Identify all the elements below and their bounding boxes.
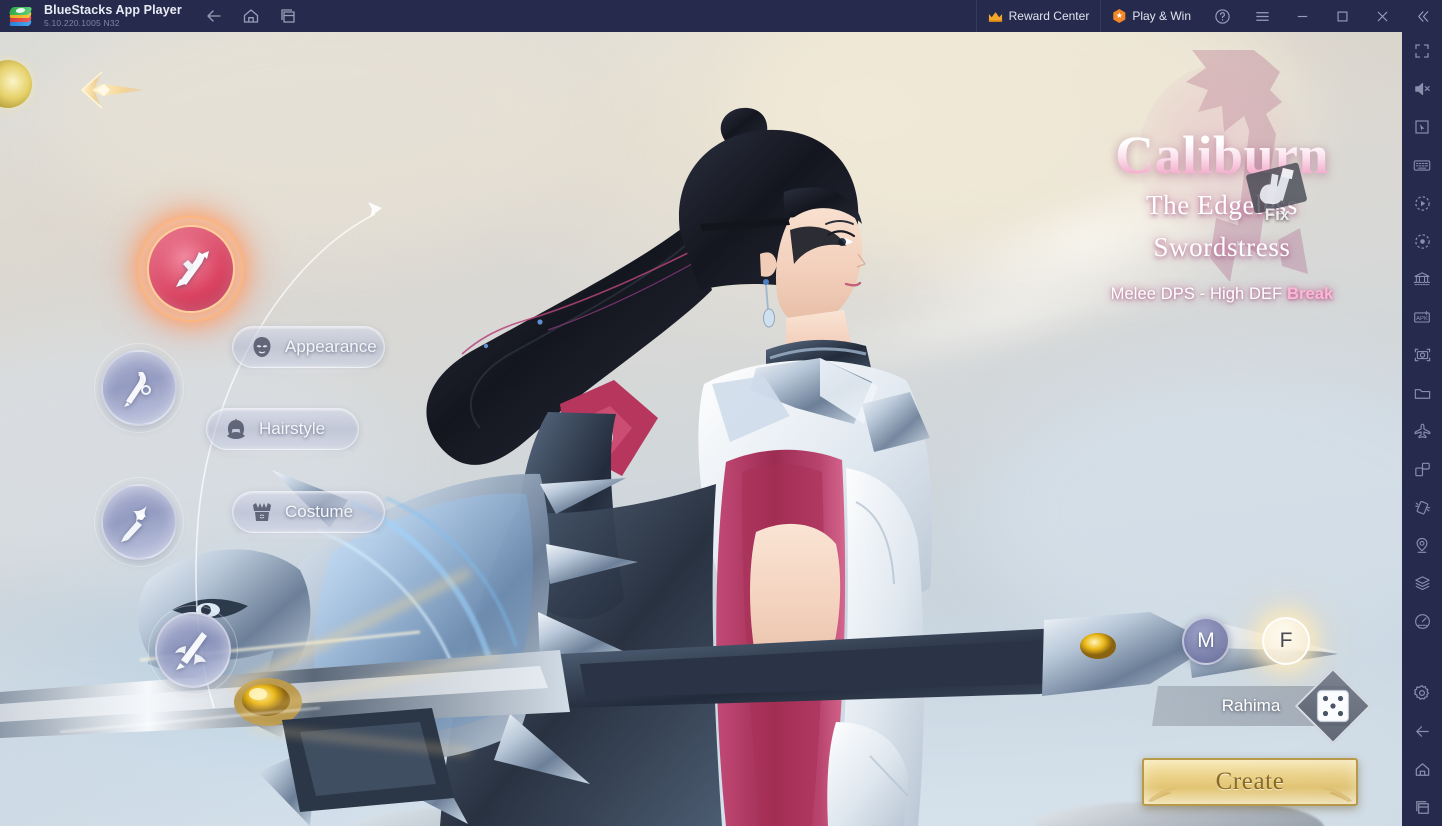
keyboard-icon[interactable] <box>1402 146 1442 184</box>
menu-pill-label: Hairstyle <box>259 419 326 438</box>
fullscreen-icon[interactable] <box>1402 32 1442 70</box>
airplane-icon[interactable] <box>1402 412 1442 450</box>
reward-center-label: Reward Center <box>1008 9 1090 23</box>
maximize-button[interactable] <box>1322 0 1362 32</box>
hair-icon <box>223 417 249 441</box>
speaker-mute-icon[interactable] <box>1402 70 1442 108</box>
collapse-sidebar-button[interactable] <box>1402 0 1442 32</box>
home-icon[interactable] <box>1402 750 1442 788</box>
app-name: BlueStacks App Player <box>44 3 182 18</box>
speedometer-icon[interactable] <box>1402 602 1442 640</box>
bow-icon <box>124 372 151 407</box>
class-orb-staff[interactable] <box>94 477 184 567</box>
greatblade-icon <box>175 632 207 670</box>
star-badge-icon <box>1113 9 1126 23</box>
play-and-win-button[interactable]: Play & Win <box>1100 0 1202 32</box>
class-orb-sword[interactable] <box>138 216 244 322</box>
menu-pill-costume[interactable]: Costume <box>232 491 385 533</box>
home-icon[interactable] <box>241 6 261 26</box>
folder-icon[interactable] <box>1402 374 1442 412</box>
back-arrow-icon[interactable] <box>204 6 224 26</box>
apk-plus-icon[interactable]: APK <box>1402 298 1442 336</box>
svg-text:APK: APK <box>1416 316 1428 322</box>
menu-pill-label: Appearance <box>285 337 377 356</box>
back-chevron[interactable] <box>72 68 150 112</box>
window-titlebar: BlueStacks App Player 5.10.220.1005 N32 … <box>0 0 1442 32</box>
location-pin-icon[interactable] <box>1402 526 1442 564</box>
orb-inner <box>155 612 231 688</box>
staff-icon <box>121 506 147 542</box>
multi-instance-icon[interactable] <box>278 6 298 26</box>
orb-inner <box>147 225 235 313</box>
menu-pill-label: Costume <box>285 502 354 521</box>
crown-icon <box>988 10 1003 22</box>
face-icon <box>249 335 275 359</box>
ornament-right-icon <box>1322 787 1352 802</box>
create-button-label: Create <box>1215 768 1285 795</box>
rotate-screen-icon[interactable] <box>1402 450 1442 488</box>
class-orb-blade[interactable] <box>148 605 238 695</box>
play-record-icon[interactable] <box>1402 184 1442 222</box>
ornament-left-icon <box>1148 787 1178 802</box>
camera-icon[interactable] <box>1402 336 1442 374</box>
close-button[interactable] <box>1362 0 1402 32</box>
app-version: 5.10.220.1005 N32 <box>44 17 120 28</box>
costume-icon <box>249 500 275 524</box>
shake-device-icon[interactable] <box>1402 488 1442 526</box>
character-name-value: Rahima <box>1221 696 1281 715</box>
orb-inner <box>101 350 177 426</box>
menu-pill-appearance[interactable]: Appearance <box>232 326 385 368</box>
menu-button[interactable] <box>1242 0 1282 32</box>
multi-instance-icon[interactable] <box>1402 788 1442 826</box>
bluestacks-logo <box>8 3 34 29</box>
menu-pill-hairstyle[interactable]: Hairstyle <box>206 408 359 450</box>
crossed-sword-icon <box>176 251 209 287</box>
app-title-group: BlueStacks App Player 5.10.220.1005 N32 <box>44 4 182 27</box>
play-and-win-label: Play & Win <box>1132 9 1191 23</box>
gender-female-label: F <box>1279 629 1293 652</box>
reward-center-button[interactable]: Reward Center <box>975 0 1101 32</box>
gender-male-button[interactable]: M <box>1182 617 1230 665</box>
gender-male-label: M <box>1197 629 1215 652</box>
back-arrow-icon[interactable] <box>1402 712 1442 750</box>
record-dot-icon[interactable] <box>1402 222 1442 260</box>
orb-inner <box>101 484 177 560</box>
dice-icon <box>1316 689 1350 723</box>
gender-female-button[interactable]: F <box>1262 617 1310 665</box>
layers-icon[interactable] <box>1402 564 1442 602</box>
instance-manager-icon[interactable] <box>1402 260 1442 298</box>
minimize-button[interactable] <box>1282 0 1322 32</box>
gear-icon[interactable] <box>1402 674 1442 712</box>
titlebar-nav-group <box>204 6 298 26</box>
create-button[interactable]: Create <box>1142 758 1358 806</box>
cursor-icon[interactable] <box>1402 108 1442 146</box>
class-orb-bow[interactable] <box>94 343 184 433</box>
bluestacks-sidebar: APK <box>1402 32 1442 826</box>
game-viewport[interactable]: Appearance Hairstyle Costume The Edgeles… <box>0 32 1402 826</box>
help-button[interactable] <box>1202 0 1242 32</box>
